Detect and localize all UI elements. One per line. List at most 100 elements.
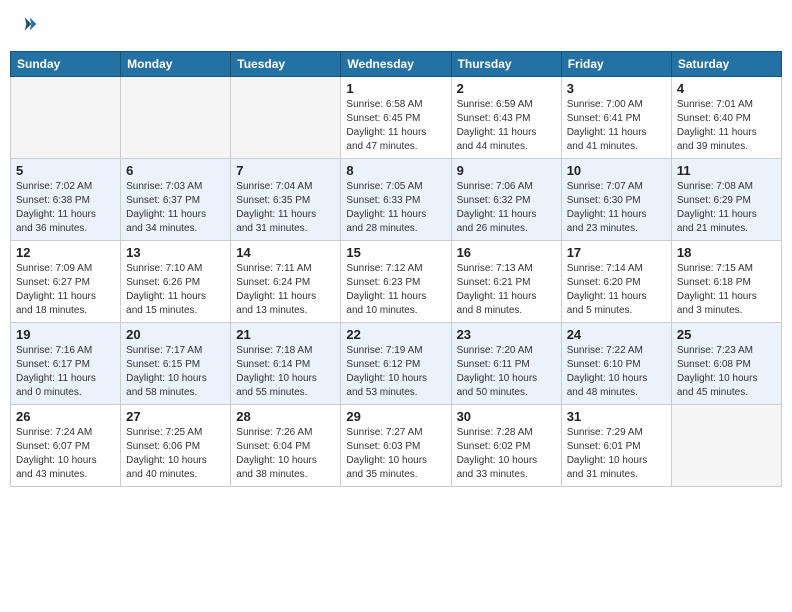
- calendar-cell: 17 Sunrise: 7:14 AM Sunset: 6:20 PM Dayli…: [561, 241, 671, 323]
- day-number: 19: [16, 327, 115, 342]
- logo-icon: [18, 14, 38, 34]
- day-number: 26: [16, 409, 115, 424]
- day-info: Sunrise: 7:13 AM Sunset: 6:21 PM Dayligh…: [457, 262, 556, 318]
- logo: [18, 14, 40, 39]
- day-info: Sunrise: 7:28 AM Sunset: 6:02 PM Dayligh…: [457, 426, 556, 482]
- calendar-cell: [671, 405, 781, 487]
- calendar-cell: 24 Sunrise: 7:22 AM Sunset: 6:10 PM Dayli…: [561, 323, 671, 405]
- day-info: Sunrise: 7:20 AM Sunset: 6:11 PM Dayligh…: [457, 344, 556, 400]
- day-number: 7: [236, 163, 335, 178]
- calendar-week-2: 5 Sunrise: 7:02 AM Sunset: 6:38 PM Daylig…: [11, 159, 782, 241]
- calendar-cell: 31Sunrise: 7:29 AM Sunset: 6:01 PM Dayli…: [561, 405, 671, 487]
- day-number: 1: [346, 81, 445, 96]
- calendar-cell: 21 Sunrise: 7:18 AM Sunset: 6:14 PM Dayli…: [231, 323, 341, 405]
- calendar-cell: [121, 77, 231, 159]
- day-number: 31: [567, 409, 666, 424]
- calendar-cell: 19Sunrise: 7:16 AM Sunset: 6:17 PM Dayli…: [11, 323, 121, 405]
- calendar-cell: 18 Sunrise: 7:15 AM Sunset: 6:18 PM Dayli…: [671, 241, 781, 323]
- calendar-cell: 23Sunrise: 7:20 AM Sunset: 6:11 PM Dayli…: [451, 323, 561, 405]
- calendar-week-5: 26 Sunrise: 7:24 AM Sunset: 6:07 PM Dayli…: [11, 405, 782, 487]
- calendar-cell: 20Sunrise: 7:17 AM Sunset: 6:15 PM Dayli…: [121, 323, 231, 405]
- day-number: 2: [457, 81, 556, 96]
- day-info: Sunrise: 7:09 AM Sunset: 6:27 PM Dayligh…: [16, 262, 115, 318]
- header: [10, 10, 782, 43]
- calendar-cell: 29Sunrise: 7:27 AM Sunset: 6:03 PM Dayli…: [341, 405, 451, 487]
- calendar-cell: 14Sunrise: 7:11 AM Sunset: 6:24 PM Dayli…: [231, 241, 341, 323]
- calendar-week-4: 19Sunrise: 7:16 AM Sunset: 6:17 PM Dayli…: [11, 323, 782, 405]
- day-number: 3: [567, 81, 666, 96]
- day-info: Sunrise: 6:58 AM Sunset: 6:45 PM Dayligh…: [346, 98, 445, 154]
- day-number: 4: [677, 81, 776, 96]
- day-number: 14: [236, 245, 335, 260]
- day-info: Sunrise: 7:04 AM Sunset: 6:35 PM Dayligh…: [236, 180, 335, 236]
- day-info: Sunrise: 7:19 AM Sunset: 6:12 PM Dayligh…: [346, 344, 445, 400]
- calendar-cell: 2 Sunrise: 6:59 AM Sunset: 6:43 PM Daylig…: [451, 77, 561, 159]
- day-number: 13: [126, 245, 225, 260]
- day-number: 17: [567, 245, 666, 260]
- calendar-table: SundayMondayTuesdayWednesdayThursdayFrid…: [10, 51, 782, 487]
- day-info: Sunrise: 7:02 AM Sunset: 6:38 PM Dayligh…: [16, 180, 115, 236]
- calendar-cell: 16Sunrise: 7:13 AM Sunset: 6:21 PM Dayli…: [451, 241, 561, 323]
- day-number: 24: [567, 327, 666, 342]
- day-info: Sunrise: 7:00 AM Sunset: 6:41 PM Dayligh…: [567, 98, 666, 154]
- calendar-cell: [11, 77, 121, 159]
- day-info: Sunrise: 7:15 AM Sunset: 6:18 PM Dayligh…: [677, 262, 776, 318]
- calendar-cell: 13 Sunrise: 7:10 AM Sunset: 6:26 PM Dayli…: [121, 241, 231, 323]
- page: SundayMondayTuesdayWednesdayThursdayFrid…: [0, 0, 792, 612]
- day-info: Sunrise: 7:23 AM Sunset: 6:08 PM Dayligh…: [677, 344, 776, 400]
- day-number: 11: [677, 163, 776, 178]
- day-number: 27: [126, 409, 225, 424]
- calendar-cell: 27 Sunrise: 7:25 AM Sunset: 6:06 PM Dayli…: [121, 405, 231, 487]
- day-info: Sunrise: 7:10 AM Sunset: 6:26 PM Dayligh…: [126, 262, 225, 318]
- day-info: Sunrise: 7:18 AM Sunset: 6:14 PM Dayligh…: [236, 344, 335, 400]
- day-number: 12: [16, 245, 115, 260]
- calendar-cell: 12 Sunrise: 7:09 AM Sunset: 6:27 PM Dayli…: [11, 241, 121, 323]
- header-sunday: Sunday: [11, 52, 121, 77]
- day-info: Sunrise: 7:24 AM Sunset: 6:07 PM Dayligh…: [16, 426, 115, 482]
- day-number: 28: [236, 409, 335, 424]
- header-saturday: Saturday: [671, 52, 781, 77]
- calendar-header-row: SundayMondayTuesdayWednesdayThursdayFrid…: [11, 52, 782, 77]
- header-thursday: Thursday: [451, 52, 561, 77]
- header-wednesday: Wednesday: [341, 52, 451, 77]
- calendar-cell: 25Sunrise: 7:23 AM Sunset: 6:08 PM Dayli…: [671, 323, 781, 405]
- day-number: 6: [126, 163, 225, 178]
- calendar-cell: 15 Sunrise: 7:12 AM Sunset: 6:23 PM Dayli…: [341, 241, 451, 323]
- calendar-cell: 5 Sunrise: 7:02 AM Sunset: 6:38 PM Daylig…: [11, 159, 121, 241]
- day-info: Sunrise: 7:07 AM Sunset: 6:30 PM Dayligh…: [567, 180, 666, 236]
- day-number: 8: [346, 163, 445, 178]
- day-info: Sunrise: 7:03 AM Sunset: 6:37 PM Dayligh…: [126, 180, 225, 236]
- calendar-cell: 3 Sunrise: 7:00 AM Sunset: 6:41 PM Daylig…: [561, 77, 671, 159]
- calendar-cell: 4 Sunrise: 7:01 AM Sunset: 6:40 PM Daylig…: [671, 77, 781, 159]
- day-info: Sunrise: 7:14 AM Sunset: 6:20 PM Dayligh…: [567, 262, 666, 318]
- calendar-cell: 7 Sunrise: 7:04 AM Sunset: 6:35 PM Daylig…: [231, 159, 341, 241]
- day-number: 5: [16, 163, 115, 178]
- calendar-cell: 10 Sunrise: 7:07 AM Sunset: 6:30 PM Dayli…: [561, 159, 671, 241]
- calendar-cell: 28Sunrise: 7:26 AM Sunset: 6:04 PM Dayli…: [231, 405, 341, 487]
- day-number: 15: [346, 245, 445, 260]
- day-info: Sunrise: 7:22 AM Sunset: 6:10 PM Dayligh…: [567, 344, 666, 400]
- calendar-week-1: 1 Sunrise: 6:58 AM Sunset: 6:45 PM Daylig…: [11, 77, 782, 159]
- day-info: Sunrise: 7:06 AM Sunset: 6:32 PM Dayligh…: [457, 180, 556, 236]
- day-number: 9: [457, 163, 556, 178]
- day-number: 10: [567, 163, 666, 178]
- day-number: 18: [677, 245, 776, 260]
- calendar-cell: 30 Sunrise: 7:28 AM Sunset: 6:02 PM Dayli…: [451, 405, 561, 487]
- day-number: 30: [457, 409, 556, 424]
- day-info: Sunrise: 6:59 AM Sunset: 6:43 PM Dayligh…: [457, 98, 556, 154]
- calendar-cell: 11Sunrise: 7:08 AM Sunset: 6:29 PM Dayli…: [671, 159, 781, 241]
- header-friday: Friday: [561, 52, 671, 77]
- header-tuesday: Tuesday: [231, 52, 341, 77]
- day-number: 22: [346, 327, 445, 342]
- day-number: 29: [346, 409, 445, 424]
- calendar-cell: 1 Sunrise: 6:58 AM Sunset: 6:45 PM Daylig…: [341, 77, 451, 159]
- calendar-cell: 9 Sunrise: 7:06 AM Sunset: 6:32 PM Daylig…: [451, 159, 561, 241]
- calendar-cell: 6 Sunrise: 7:03 AM Sunset: 6:37 PM Daylig…: [121, 159, 231, 241]
- day-info: Sunrise: 7:25 AM Sunset: 6:06 PM Dayligh…: [126, 426, 225, 482]
- day-info: Sunrise: 7:12 AM Sunset: 6:23 PM Dayligh…: [346, 262, 445, 318]
- calendar-week-3: 12 Sunrise: 7:09 AM Sunset: 6:27 PM Dayli…: [11, 241, 782, 323]
- day-info: Sunrise: 7:17 AM Sunset: 6:15 PM Dayligh…: [126, 344, 225, 400]
- day-info: Sunrise: 7:01 AM Sunset: 6:40 PM Dayligh…: [677, 98, 776, 154]
- calendar-cell: 22 Sunrise: 7:19 AM Sunset: 6:12 PM Dayli…: [341, 323, 451, 405]
- day-number: 21: [236, 327, 335, 342]
